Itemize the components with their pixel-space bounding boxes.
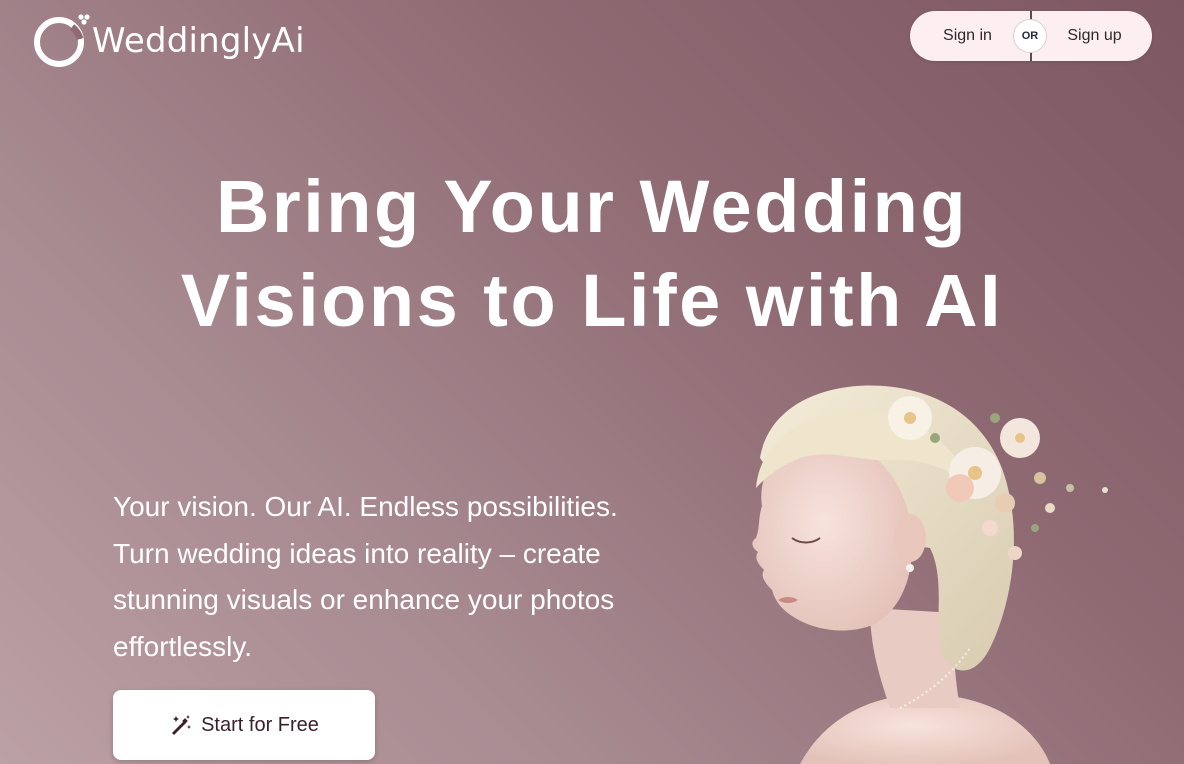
start-for-free-label: Start for Free <box>201 713 319 736</box>
hero-description: Your vision. Our AI. Endless possibiliti… <box>113 491 618 662</box>
ring-logo-icon <box>32 11 90 69</box>
start-for-free-button[interactable]: Start for Free <box>113 690 375 760</box>
brand-name: WeddinglyAi <box>92 21 305 61</box>
hero-title: Bring Your Wedding Visions to Life with … <box>0 160 1184 348</box>
or-badge: OR <box>1013 19 1047 53</box>
bride-portrait-image <box>720 378 1120 764</box>
auth-switch: Sign in Sign up OR <box>910 11 1152 61</box>
hero-title-line-1: Bring Your Wedding <box>215 165 969 248</box>
sign-up-button[interactable]: Sign up <box>1031 11 1152 61</box>
hero-title-line-2: Visions to Life with AI <box>180 259 1004 342</box>
brand-logo[interactable]: WeddinglyAi <box>32 10 305 70</box>
magic-wand-icon <box>169 713 193 737</box>
